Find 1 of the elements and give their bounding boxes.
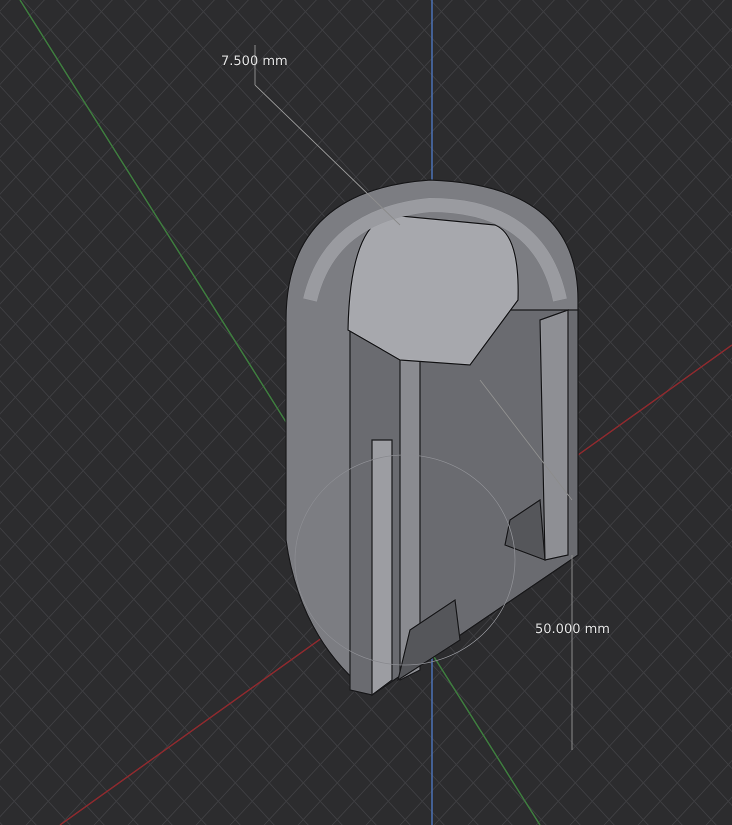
model-drawing[interactable] [285,179,579,696]
